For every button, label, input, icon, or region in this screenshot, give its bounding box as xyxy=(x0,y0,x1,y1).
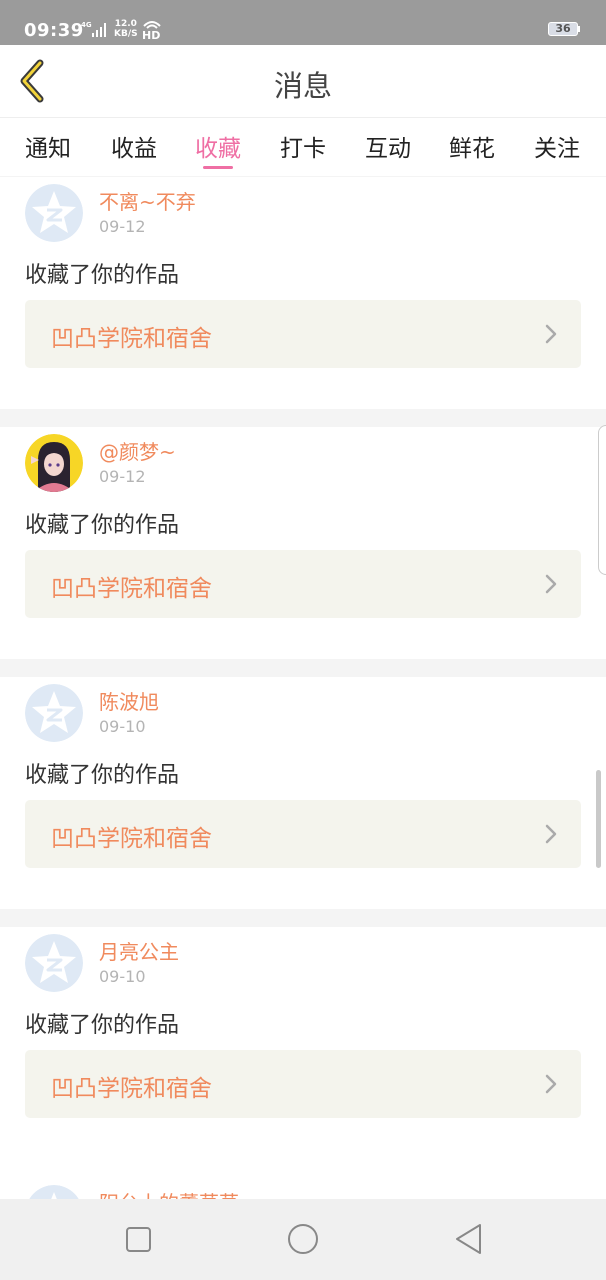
battery-tip xyxy=(578,26,580,32)
chevron-right-icon xyxy=(545,824,557,844)
network-speed-value: 12.0 xyxy=(114,19,137,29)
work-link[interactable]: 凹凸学院和宿舍 xyxy=(25,1050,581,1118)
tab-checkin[interactable]: 打卡 xyxy=(267,129,339,163)
work-title: 凹凸学院和宿舍 xyxy=(51,326,212,352)
status-time: 09:39 xyxy=(24,20,84,41)
username[interactable]: 不离~不弃 xyxy=(99,186,196,215)
active-tab-indicator xyxy=(203,166,233,169)
default-avatar-icon[interactable] xyxy=(25,934,83,992)
username[interactable]: 阳台上的薰草草 xyxy=(99,1187,239,1199)
chevron-right-icon xyxy=(545,574,557,594)
message-card: @颜梦~ 09-12 收藏了你的作品 凹凸学院和宿舍 xyxy=(0,427,606,659)
work-title: 凹凸学院和宿舍 xyxy=(51,576,212,602)
message-date: 09-10 xyxy=(99,967,146,986)
default-avatar-icon[interactable] xyxy=(25,184,83,242)
app-header: 消息 xyxy=(0,45,606,117)
network-label: 4G xyxy=(81,21,92,29)
chevron-right-icon xyxy=(545,1074,557,1094)
tab-favorites[interactable]: 收藏 xyxy=(182,129,254,163)
message-card: 不离~不弃 09-12 收藏了你的作品 凹凸学院和宿舍 xyxy=(0,177,606,409)
work-title: 凹凸学院和宿舍 xyxy=(51,1076,212,1102)
chevron-right-icon xyxy=(545,324,557,344)
tab-interactions[interactable]: 互动 xyxy=(352,129,424,163)
username[interactable]: 月亮公主 xyxy=(99,936,179,965)
message-date: 09-10 xyxy=(99,717,146,736)
hd-label: HD xyxy=(142,29,160,41)
signal-icon: 4G xyxy=(81,21,106,37)
tab-notifications[interactable]: 通知 xyxy=(12,129,84,163)
status-bar: 09:39 4G 12.0 KB/S HD 36 xyxy=(0,0,606,45)
action-text: 收藏了你的作品 xyxy=(25,513,180,538)
work-link[interactable]: 凹凸学院和宿舍 xyxy=(25,300,581,368)
hd-wifi-icon: HD xyxy=(142,21,161,41)
circle-icon[interactable] xyxy=(286,1221,320,1257)
message-date: 09-12 xyxy=(99,217,146,236)
network-speed-unit: KB/S xyxy=(114,29,138,39)
tab-bar: 通知 收益 收藏 打卡 互动 鲜花 关注 xyxy=(0,117,606,176)
battery-indicator: 36 xyxy=(548,22,578,36)
work-link[interactable]: 凹凸学院和宿舍 xyxy=(25,800,581,868)
square-icon[interactable] xyxy=(125,1221,153,1257)
tab-earnings[interactable]: 收益 xyxy=(98,129,170,163)
username[interactable]: 陈波旭 xyxy=(99,686,159,715)
side-drawer-handle[interactable] xyxy=(598,425,606,575)
action-text: 收藏了你的作品 xyxy=(25,263,180,288)
system-nav-bar xyxy=(0,1199,606,1280)
username[interactable]: @颜梦~ xyxy=(99,436,176,465)
page-title: 消息 xyxy=(273,69,332,103)
scrollbar-thumb[interactable] xyxy=(596,770,601,868)
message-card: 陈波旭 09-10 收藏了你的作品 凹凸学院和宿舍 xyxy=(0,677,606,909)
action-text: 收藏了你的作品 xyxy=(25,1013,180,1038)
work-link[interactable]: 凹凸学院和宿舍 xyxy=(25,550,581,618)
triangle-back-icon[interactable] xyxy=(453,1221,483,1257)
message-card: 月亮公主 09-10 收藏了你的作品 凹凸学院和宿舍 xyxy=(0,927,606,1159)
default-avatar-icon[interactable] xyxy=(25,1185,83,1199)
work-title: 凹凸学院和宿舍 xyxy=(51,826,212,852)
default-avatar-icon[interactable] xyxy=(25,684,83,742)
message-card-partial: 阳台上的薰草草 xyxy=(0,1159,606,1199)
tab-following[interactable]: 关注 xyxy=(521,129,593,163)
anime-avatar[interactable] xyxy=(25,434,83,492)
action-text: 收藏了你的作品 xyxy=(25,763,180,788)
message-date: 09-12 xyxy=(99,467,146,486)
tab-flowers[interactable]: 鲜花 xyxy=(436,129,508,163)
network-speed: 12.0 KB/S xyxy=(114,19,138,39)
